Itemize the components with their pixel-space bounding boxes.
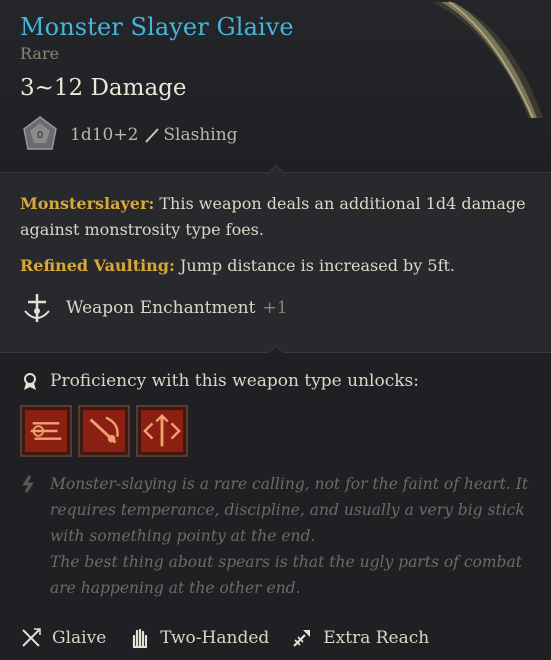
lacerate-icon[interactable] <box>20 405 72 457</box>
damage-dice: 1d10+2 <box>70 125 139 145</box>
brace-glyph <box>141 410 183 452</box>
pommel-strike-icon[interactable] <box>78 405 130 457</box>
effect-refined-vaulting: Refined Vaulting: Jump distance is incre… <box>20 253 531 279</box>
glaive-artwork-icon <box>431 1 543 119</box>
slashing-icon <box>145 128 160 143</box>
effect-name: Refined Vaulting: <box>20 256 175 275</box>
pommel-strike-glyph <box>83 410 125 452</box>
unlocked-actions <box>20 405 531 457</box>
two-handed-icon <box>133 628 148 649</box>
damage-type: Slashing <box>163 125 238 145</box>
property-label: Two-Handed <box>160 628 270 648</box>
tooltip-header: Monster Slayer Glaive Rare 3~12 Damage 0… <box>0 0 551 172</box>
enchantment-bonus: +1 <box>262 298 288 318</box>
glaive-icon <box>22 628 41 647</box>
weapon-enchantment-icon <box>24 294 50 322</box>
effect-description: Jump distance is increased by 5ft. <box>174 256 456 275</box>
property-glaive[interactable]: Glaive <box>20 627 106 649</box>
svg-text:0: 0 <box>37 130 43 141</box>
flavor-paragraph: Monster-slaying is a rare calling, not f… <box>50 475 529 545</box>
property-label: Glaive <box>52 628 107 648</box>
enchantment-label: Weapon Enchantment <box>66 298 256 318</box>
proficiency-heading-text: Proficiency with this weapon type unlock… <box>50 371 419 391</box>
flavor-text-block: Monster-slaying is a rare calling, not f… <box>20 471 531 601</box>
property-label: Extra Reach <box>323 628 430 648</box>
property-two-handed[interactable]: Two-Handed <box>128 627 269 649</box>
lacerate-glyph <box>25 410 67 452</box>
proficiency-icon <box>24 373 36 390</box>
brace-icon[interactable] <box>136 405 188 457</box>
property-extra-reach[interactable]: Extra Reach <box>291 627 429 649</box>
weapon-enchantment[interactable]: Weapon Enchantment +1 <box>20 291 531 325</box>
effects-section: Monsterslayer: This weapon deals an addi… <box>0 164 551 352</box>
proficiency-heading: Proficiency with this weapon type unlock… <box>20 371 531 391</box>
proficiency-section: Proficiency with this weapon type unlock… <box>0 344 551 660</box>
flavor-text: Monster-slaying is a rare calling, not f… <box>50 471 531 601</box>
quote-icon <box>22 475 34 493</box>
item-tooltip: Monster Slayer Glaive Rare 3~12 Damage 0… <box>0 0 551 660</box>
effect-monsterslayer: Monsterslayer: This weapon deals an addi… <box>20 191 531 243</box>
weapon-properties: Glaive Two-Handed Extra Reach <box>0 616 551 660</box>
effect-name: Monsterslayer: <box>20 194 155 213</box>
extra-reach-icon <box>293 630 311 647</box>
d10-die-icon: 0 <box>23 116 57 150</box>
damage-dice-row: 0 1d10+2 Slashing <box>20 115 531 155</box>
flavor-paragraph: The best thing about spears is that the … <box>50 553 522 597</box>
